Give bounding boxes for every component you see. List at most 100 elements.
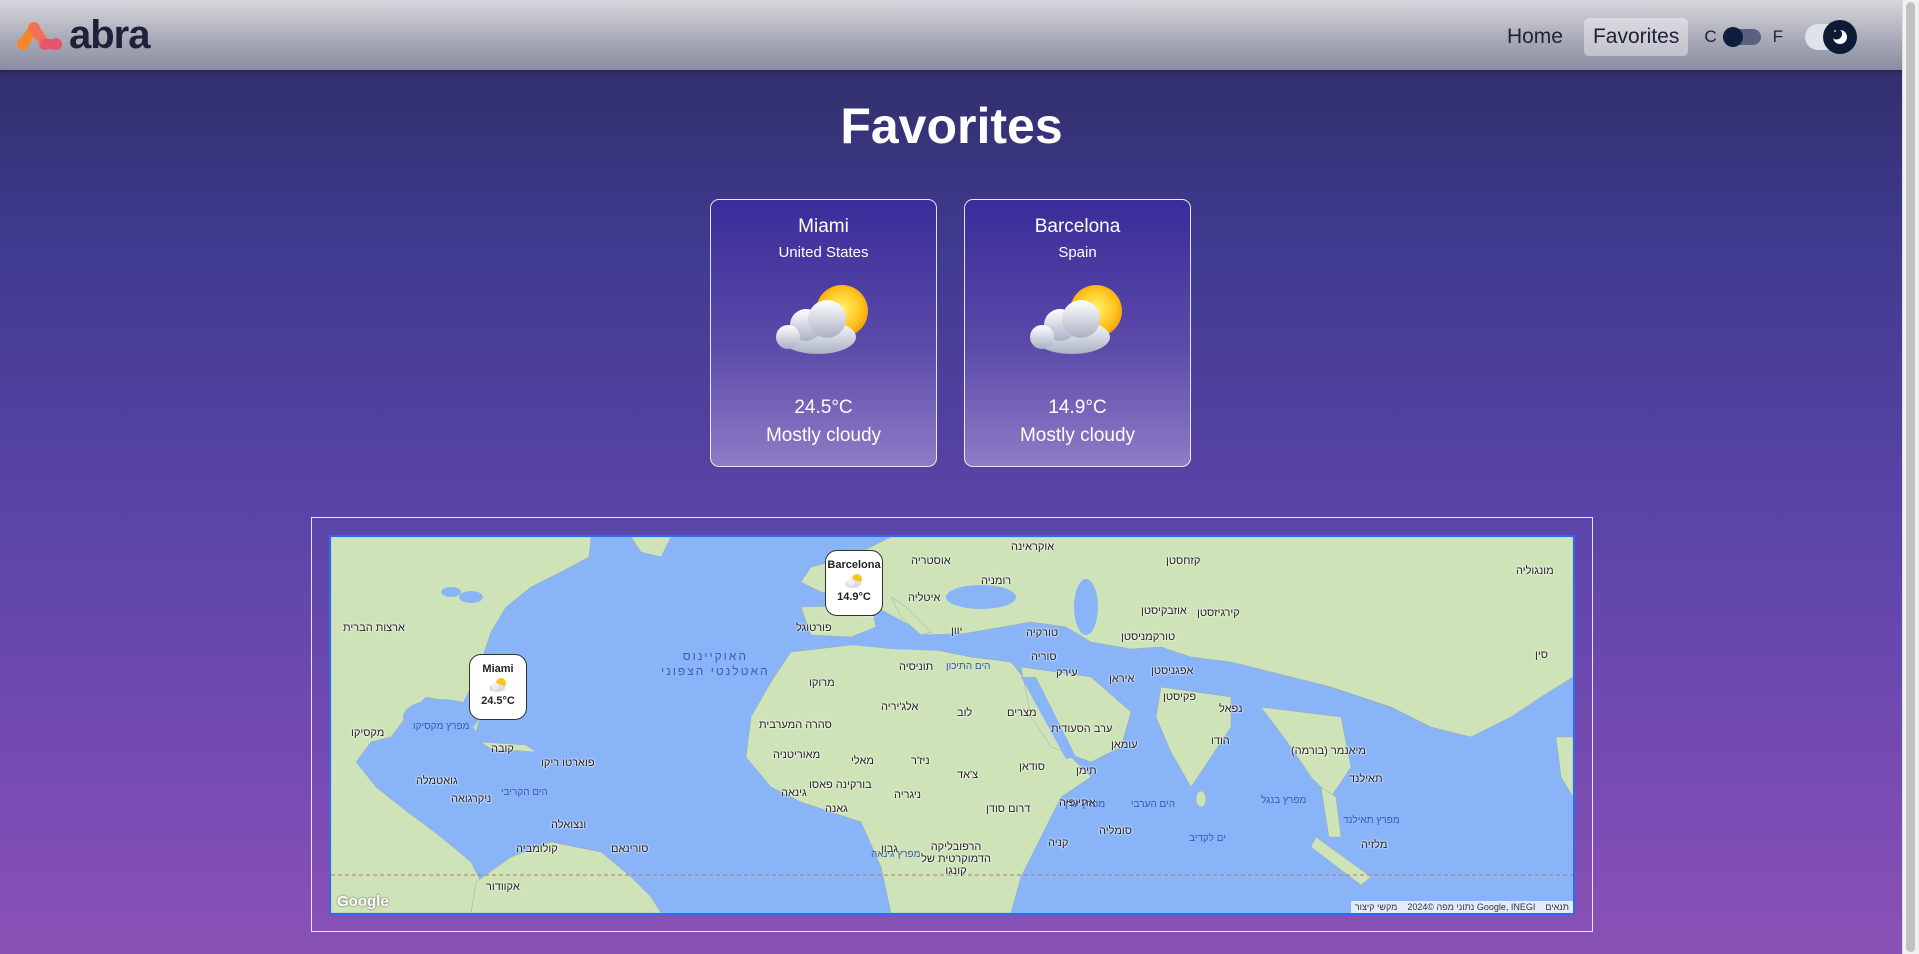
map-label-austria: אוסטריה bbox=[911, 555, 951, 567]
map-label-uzbekistan: אוזבקיסטן bbox=[1141, 605, 1187, 617]
map-label-syria: סוריה bbox=[1031, 651, 1057, 663]
unit-toggle-knob bbox=[1722, 27, 1743, 47]
brand-logo[interactable]: abra bbox=[15, 13, 150, 57]
page-title: Favorites bbox=[840, 98, 1063, 154]
map-label-ghana: גאנה bbox=[825, 803, 848, 815]
map-label-myanmar: מיאנמר (בורמה) bbox=[1291, 745, 1366, 757]
card-temperature: 24.5°C bbox=[794, 397, 853, 418]
partly-cloudy-icon bbox=[489, 678, 506, 692]
map-label-mali: מאלי bbox=[851, 755, 874, 767]
map-label-kazakhstan: קזחסטן bbox=[1166, 555, 1201, 567]
map-label-algeria: אלג'יריה bbox=[881, 701, 919, 713]
favorite-card-barcelona[interactable]: Barcelona Spain 14.9°C Mostly cloudy bbox=[964, 199, 1191, 467]
map-label-libya: לוב bbox=[957, 707, 973, 719]
page-scrollbar[interactable] bbox=[1902, 0, 1919, 954]
map-label-usa: ארצות הברית bbox=[343, 622, 405, 634]
map-label-ukraine: אוקראינה bbox=[1011, 541, 1055, 553]
map-label-iran: איראן bbox=[1109, 673, 1135, 685]
map-label-romania: רומניה bbox=[981, 575, 1012, 587]
map-label-ecuador: אקוודור bbox=[486, 881, 520, 893]
map-label-saudi: ערב הסעודית bbox=[1051, 723, 1113, 735]
map-label-malaysia: מלזיה bbox=[1361, 839, 1388, 851]
marker-city: Barcelona bbox=[827, 559, 881, 571]
nav-favorites-link[interactable]: Favorites bbox=[1583, 18, 1689, 56]
map-label-turkmenistan: טורקמניסטן bbox=[1121, 631, 1176, 643]
map-label-china: סין bbox=[1535, 649, 1548, 661]
map-label-iraq: עירק bbox=[1056, 667, 1078, 679]
map-marker-barcelona[interactable]: Barcelona 14.9°C bbox=[825, 550, 883, 616]
scrollbar-thumb[interactable] bbox=[1906, 2, 1915, 952]
map-marker-miami[interactable]: Miami 24.5°C bbox=[469, 654, 527, 720]
sea-label-gulf-thailand: מפרץ תאילנד bbox=[1343, 815, 1400, 826]
ocean-label-line2: האטלנטי הצפוני bbox=[661, 664, 770, 678]
map-label-cuba: קובה bbox=[491, 743, 514, 755]
map-data-credit: נתוני מפה ©2024 Google, INEGI bbox=[1407, 902, 1536, 912]
ocean-label-line1: האוקיינוס bbox=[682, 649, 748, 663]
map-label-western-sahara: סהרה המערבית bbox=[759, 719, 832, 731]
map-label-oman: עומאן bbox=[1111, 739, 1138, 751]
map-label-india: הודו bbox=[1211, 735, 1230, 747]
map-label-morocco: מרוקו bbox=[809, 677, 835, 689]
map-label-turkey: טורקיה bbox=[1026, 627, 1059, 639]
nav-home-link[interactable]: Home bbox=[1498, 18, 1572, 56]
map-label-mauritania: מאוריטניה bbox=[773, 749, 821, 761]
marker-temperature: 14.9°C bbox=[837, 591, 871, 603]
map-label-colombia: קולומביה bbox=[516, 843, 558, 855]
celsius-label: C bbox=[1704, 27, 1717, 46]
card-condition: Mostly cloudy bbox=[1019, 425, 1136, 446]
unit-toggle[interactable] bbox=[1722, 27, 1761, 47]
sea-label-caribbean: הים הקריבי bbox=[501, 787, 548, 798]
map-label-nigeria: ניגריה bbox=[894, 789, 922, 801]
map-label-mongolia: מונגוליה bbox=[1516, 565, 1554, 577]
sea-label-laccadive: ים לקדיב bbox=[1189, 833, 1226, 844]
map-label-suriname: סורינאם bbox=[611, 843, 649, 855]
map-label-kyrgyzstan: קירגיזסטן bbox=[1197, 607, 1240, 619]
sea-label-bay-bengal: מפרץ בנגל bbox=[1261, 795, 1307, 806]
favorite-card-miami[interactable]: Miami United States 24.5°C Mostly cloudy bbox=[710, 199, 937, 467]
map-label-tunisia: תוניסיה bbox=[899, 661, 934, 673]
partly-cloudy-icon bbox=[775, 285, 868, 354]
brand-name: abra bbox=[69, 13, 150, 57]
top-navbar: abra Home Favorites C F bbox=[0, 0, 1903, 70]
map-terms-link[interactable]: תנאים bbox=[1545, 902, 1569, 912]
sea-label-arabian-sea: הים הערבי bbox=[1131, 799, 1176, 810]
map-label-nicaragua: ניקרגואה bbox=[451, 793, 492, 805]
map-label-nepal: נפאל bbox=[1219, 703, 1243, 715]
map-label-puerto-rico: פוארטו ריקו bbox=[541, 757, 595, 769]
map-shortcuts-link[interactable]: מקשי קיצור bbox=[1355, 902, 1398, 912]
card-country: United States bbox=[778, 244, 869, 261]
google-logo-text: Google bbox=[337, 893, 389, 910]
map-label-mexico: מקסיקו bbox=[351, 727, 385, 739]
map-label-venezuela: ונצואלה bbox=[551, 819, 587, 831]
sea-label-gulf-guinea: מפרץ גינאה bbox=[871, 849, 921, 860]
map-label-chad: צ'אד bbox=[957, 769, 979, 781]
google-logo[interactable]: Google bbox=[337, 893, 389, 910]
map-label-pakistan: פקיסטן bbox=[1163, 691, 1197, 703]
weather-map[interactable]: האוקיינוס האטלנטי הצפוני ארצות הברית מקס… bbox=[329, 535, 1575, 915]
map-label-guatemala: גואטמלה bbox=[416, 775, 458, 787]
map-label-somalia: סומליה bbox=[1099, 825, 1132, 837]
card-condition: Mostly cloudy bbox=[765, 425, 882, 446]
map-label-portugal: פורטוגל bbox=[796, 622, 832, 634]
map-label-afghanistan: אפגניסטן bbox=[1151, 665, 1194, 677]
sea-label-gulf-aden: מפרץ עדן bbox=[1065, 799, 1106, 810]
marker-city: Miami bbox=[482, 663, 514, 675]
nav-links: Home Favorites C F bbox=[1486, 18, 1857, 56]
map-label-guinea: גינאה bbox=[781, 787, 807, 799]
map-label-greece: יוון bbox=[951, 625, 963, 637]
map-label-niger: ניז'ר bbox=[911, 755, 930, 767]
card-city: Miami bbox=[798, 216, 849, 237]
theme-toggle-knob bbox=[1823, 20, 1857, 54]
marker-temperature: 24.5°C bbox=[481, 695, 515, 707]
map-label-burkina-faso: בורקינה פאסו bbox=[809, 779, 872, 791]
sea-label-gulf-mexico: מפרץ מקסיקו bbox=[413, 721, 470, 732]
card-temperature: 14.9°C bbox=[1048, 397, 1107, 418]
map-label-yemen: תימן bbox=[1076, 765, 1097, 777]
abra-logo-icon bbox=[17, 22, 62, 50]
map-label-italy: איטליה bbox=[908, 592, 941, 604]
theme-toggle[interactable] bbox=[1805, 20, 1857, 54]
moon-icon bbox=[1831, 28, 1847, 44]
map-label-drc: הרפובליקה הדמוקרטית של קונגו bbox=[921, 841, 991, 877]
map-label-south-sudan: דרום סודן bbox=[986, 803, 1031, 815]
card-country: Spain bbox=[1058, 244, 1097, 261]
